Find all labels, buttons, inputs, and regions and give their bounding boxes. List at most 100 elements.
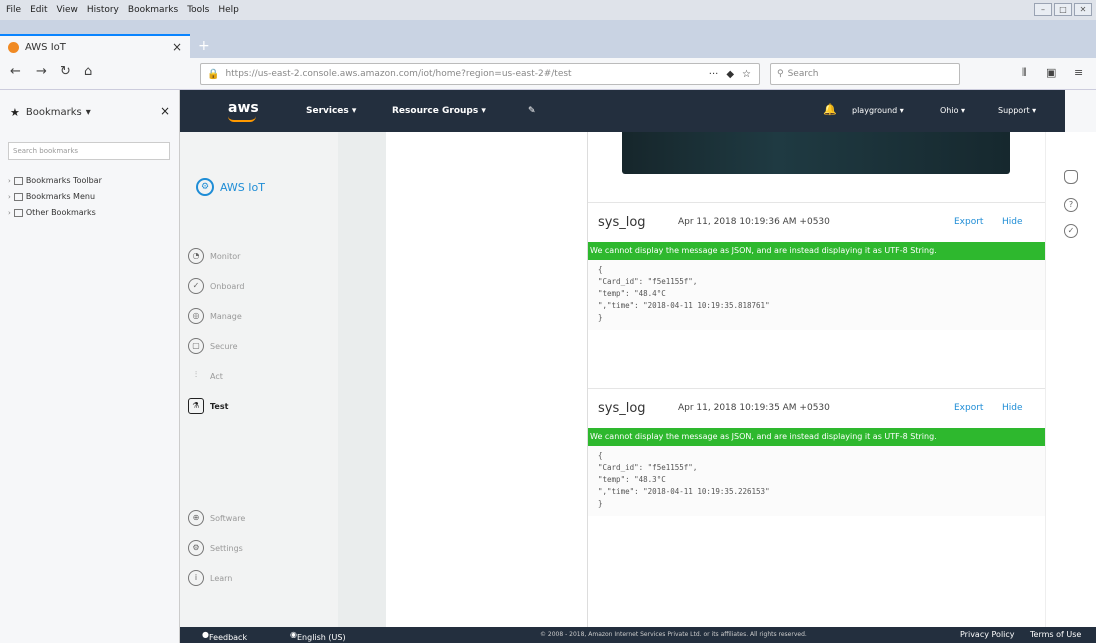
resource-groups-menu[interactable]: Resource Groups ▾ (392, 106, 486, 116)
nav-software[interactable]: ⊕ Software (188, 510, 245, 526)
message-header: sys_log Apr 11, 2018 10:19:36 AM +0530 E… (588, 202, 1045, 242)
message-timestamp: Apr 11, 2018 10:19:35 AM +0530 (678, 403, 830, 413)
chevron-down-icon: ▾ (85, 107, 91, 118)
nav-secure[interactable]: ▢ Secure (188, 338, 238, 354)
folder-icon (13, 208, 23, 217)
sidebar-icon[interactable]: ▣ (1046, 66, 1056, 79)
reload-icon[interactable]: ↻ (60, 64, 71, 79)
nav-settings[interactable]: ⚙ Settings (188, 540, 243, 556)
right-icon-bar: ? ✓ (1045, 132, 1096, 627)
search-icon: ⚲ (777, 69, 784, 79)
message-header: sys_log Apr 11, 2018 10:19:35 AM +0530 E… (588, 388, 1045, 428)
expand-icon: › (8, 176, 11, 185)
menu-help[interactable]: Help (218, 5, 239, 15)
bookmark-folder-toolbar[interactable]: › Bookmarks Toolbar (8, 176, 102, 185)
nav-learn[interactable]: i Learn (188, 570, 232, 586)
monitor-icon: ◔ (188, 248, 204, 264)
tab-close-icon[interactable]: × (172, 40, 182, 54)
message-payload: { "Card_id": "f5e1155f", "temp": "48.4°C… (588, 260, 1045, 330)
tab-bar: AWS IoT × + (0, 20, 1096, 58)
messages-area: sys_log Apr 11, 2018 10:19:36 AM +0530 E… (588, 132, 1045, 627)
region-menu[interactable]: Ohio ▾ (940, 106, 965, 115)
url-text: https://us-east-2.console.aws.amazon.com… (225, 69, 572, 79)
home-icon[interactable]: ⌂ (84, 64, 92, 79)
bell-icon[interactable]: 🔔 (823, 103, 837, 116)
language-selector[interactable]: ◉ English (US) (290, 630, 346, 642)
notification-bell-icon[interactable] (1064, 170, 1078, 184)
middle-panel (338, 132, 386, 627)
hide-button[interactable]: Hide (1002, 217, 1023, 227)
folder-icon (13, 176, 23, 185)
menu-tools[interactable]: Tools (187, 5, 209, 15)
aws-smile-icon (228, 116, 256, 122)
bookmarks-search-input[interactable]: Search bookmarks (8, 142, 170, 160)
library-icon[interactable]: ⫴ (1022, 66, 1027, 80)
publish-editor[interactable] (622, 132, 1010, 174)
help-icon[interactable]: ? (1064, 198, 1078, 212)
services-menu[interactable]: Services ▾ (306, 106, 356, 116)
search-input[interactable]: ⚲ Search (770, 63, 960, 85)
export-button[interactable]: Export (954, 217, 983, 227)
hide-button[interactable]: Hide (1002, 403, 1023, 413)
nav-test[interactable]: ⚗ Test (188, 398, 228, 414)
copyright-text: © 2008 - 2018, Amazon Internet Services … (540, 631, 807, 638)
menu-edit[interactable]: Edit (30, 5, 47, 15)
feedback-icon[interactable]: ✓ (1064, 224, 1078, 238)
close-window-icon[interactable]: ✕ (1074, 3, 1092, 16)
account-menu[interactable]: playground ▾ (852, 106, 904, 115)
aws-logo[interactable]: aws (228, 100, 259, 116)
gear-icon: ⚙ (188, 540, 204, 556)
url-bar[interactable]: 🔒 https://us-east-2.console.aws.amazon.c… (200, 63, 760, 85)
export-button[interactable]: Export (954, 403, 983, 413)
nav-manage[interactable]: ◎ Manage (188, 308, 242, 324)
nav-act[interactable]: ⫶ Act (188, 368, 223, 384)
minimize-icon[interactable]: – (1034, 3, 1052, 16)
iot-left-nav: ⚙ AWS IoT ◔ Monitor ✓ Onboard ◎ Manage ▢… (180, 132, 338, 627)
message-payload: { "Card_id": "f5e1155f", "temp": "48.3°C… (588, 446, 1045, 516)
nav-monitor[interactable]: ◔ Monitor (188, 248, 240, 264)
aws-nav-edge (1065, 90, 1096, 132)
bookmark-label: Bookmarks Menu (25, 192, 96, 201)
search-placeholder: Search (787, 69, 819, 79)
maximize-icon[interactable]: □ (1054, 3, 1072, 16)
lock-icon: ▢ (188, 338, 204, 354)
tab-aws-iot[interactable]: AWS IoT × (0, 34, 190, 58)
hamburger-menu-icon[interactable]: ≡ (1074, 66, 1083, 79)
utf8-warning-banner: We cannot display the message as JSON, a… (588, 428, 1045, 446)
pin-icon[interactable]: ✎ (528, 106, 536, 116)
expand-icon: › (8, 192, 11, 201)
menu-file[interactable]: File (6, 5, 21, 15)
subscription-panel (386, 132, 588, 627)
bookmark-star-icon[interactable]: ☆ (742, 69, 751, 80)
bookmarks-star-icon: ★ (10, 106, 20, 119)
info-icon: i (188, 570, 204, 586)
bookmarks-header[interactable]: ★ Bookmarks ▾ (10, 106, 91, 119)
message-topic: sys_log (598, 215, 646, 230)
aws-favicon-icon (8, 41, 19, 53)
tab-title: AWS IoT (25, 41, 66, 53)
utf8-warning-banner: We cannot display the message as JSON, a… (588, 242, 1045, 260)
act-icon: ⫶ (195, 370, 197, 379)
terms-link[interactable]: Terms of Use (1030, 630, 1081, 639)
menu-history[interactable]: History (87, 5, 119, 15)
menu-view[interactable]: View (57, 5, 78, 15)
nav-onboard[interactable]: ✓ Onboard (188, 278, 244, 294)
onboard-icon: ✓ (188, 278, 204, 294)
new-tab-icon[interactable]: + (198, 38, 210, 54)
forward-icon[interactable]: → (36, 64, 47, 79)
back-icon[interactable]: ← (10, 64, 21, 79)
window-controls: – □ ✕ (1034, 3, 1092, 16)
menu-bookmarks[interactable]: Bookmarks (128, 5, 178, 15)
bookmark-folder-menu[interactable]: › Bookmarks Menu (8, 192, 95, 201)
console-footer: ● Feedback ◉ English (US) © 2008 - 2018,… (180, 627, 1096, 643)
privacy-link[interactable]: Privacy Policy (960, 630, 1015, 639)
iot-logo[interactable]: ⚙ AWS IoT (196, 178, 265, 196)
feedback-link[interactable]: ● Feedback (202, 630, 247, 642)
lock-icon: 🔒 (207, 68, 220, 80)
close-sidebar-icon[interactable]: × (160, 104, 170, 118)
page-actions-icon[interactable]: ··· (709, 69, 719, 80)
support-menu[interactable]: Support ▾ (998, 106, 1036, 115)
bookmark-folder-other[interactable]: › Other Bookmarks (8, 208, 96, 217)
shield-icon[interactable]: ◆ (726, 69, 734, 80)
expand-icon: › (8, 208, 11, 217)
